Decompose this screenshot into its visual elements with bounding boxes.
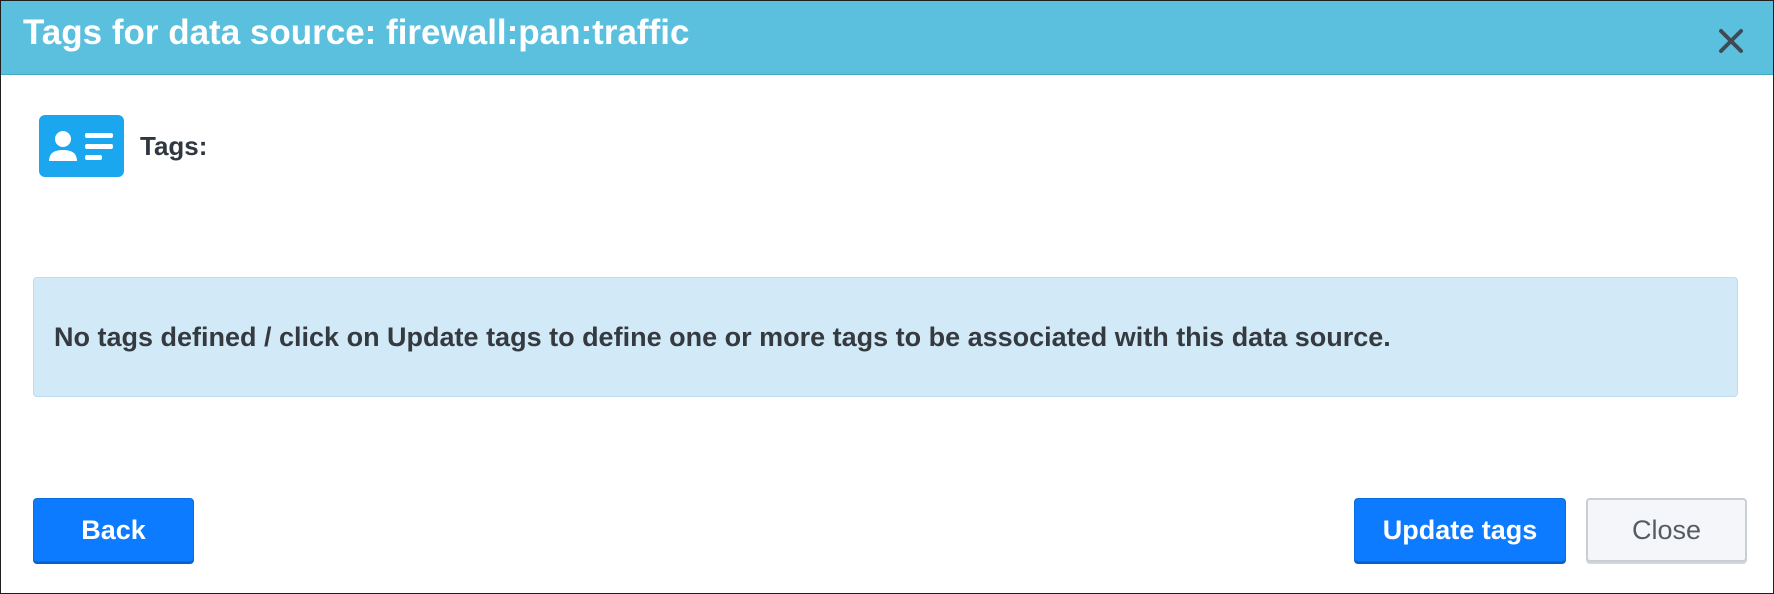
empty-tags-message: No tags defined / click on Update tags t…	[54, 321, 1391, 352]
close-button[interactable]: Close	[1586, 498, 1747, 562]
update-tags-button[interactable]: Update tags	[1354, 498, 1566, 562]
dialog-title: Tags for data source: firewall:pan:traff…	[23, 13, 690, 52]
dialog-header: Tags for data source: firewall:pan:traff…	[1, 1, 1773, 75]
tags-row: Tags:	[39, 115, 207, 177]
tags-label: Tags:	[140, 130, 208, 161]
empty-tags-alert: No tags defined / click on Update tags t…	[33, 277, 1738, 397]
id-card-icon	[39, 115, 124, 177]
back-button[interactable]: Back	[33, 498, 194, 562]
close-icon[interactable]	[1711, 21, 1751, 61]
tags-dialog: Tags for data source: firewall:pan:traff…	[0, 0, 1774, 594]
